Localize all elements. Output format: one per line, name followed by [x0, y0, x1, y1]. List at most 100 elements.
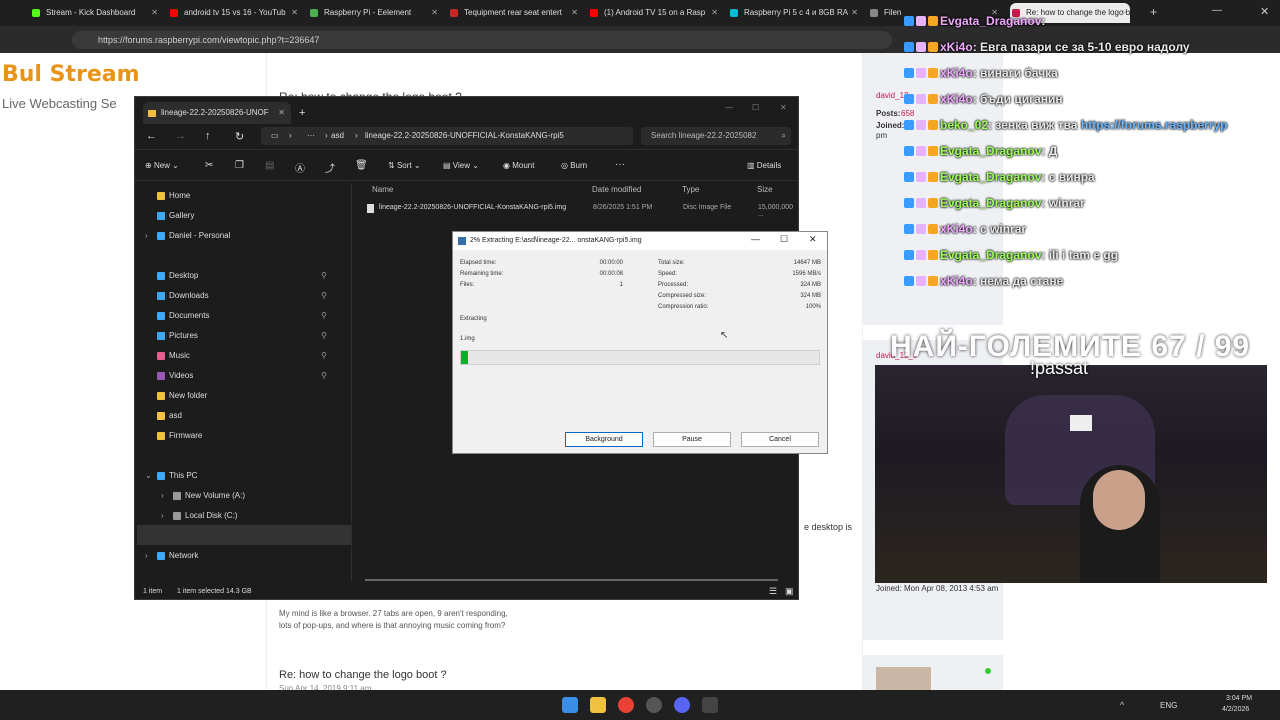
- minimize-window-icon[interactable]: —: [1212, 5, 1222, 16]
- nav-item[interactable]: Videos ⚲: [157, 368, 327, 384]
- tiles-view-icon[interactable]: ▣: [785, 586, 794, 597]
- nav-item[interactable]: Downloads ⚲: [157, 288, 327, 304]
- view-button[interactable]: ▤ View ⌄: [443, 161, 479, 170]
- burn-button[interactable]: ◎ Burn: [561, 161, 587, 170]
- chat-link[interactable]: https://forums.raspberryp: [1081, 118, 1228, 132]
- nav-item[interactable]: New Volume (A:) ›: [161, 488, 245, 504]
- close-tab-icon[interactable]: ✕: [278, 102, 285, 124]
- delete-icon[interactable]: 🗑: [355, 160, 368, 171]
- chat-username[interactable]: Evgata_Draganov: [940, 196, 1041, 210]
- nav-item[interactable]: Local Disk (C:) ›: [161, 508, 237, 524]
- minimize-icon[interactable]: —: [751, 234, 760, 244]
- cut-icon[interactable]: ✂: [205, 160, 213, 171]
- nav-item[interactable]: New folder: [157, 388, 207, 404]
- nav-item[interactable]: Gallery: [157, 208, 194, 224]
- expand-chevron-icon[interactable]: ⌄: [145, 468, 152, 484]
- maximize-icon[interactable]: ☐: [780, 234, 788, 245]
- chat-username[interactable]: Evgata_Draganov: [940, 248, 1041, 262]
- language-indicator[interactable]: ENG: [1160, 701, 1177, 710]
- nav-item[interactable]: This PC ⌄: [145, 468, 197, 484]
- nav-item[interactable]: asd: [157, 408, 182, 424]
- file-row[interactable]: lineage-22.2-20250826-UNOFFICIAL-KonstaK…: [361, 201, 798, 218]
- chat-username[interactable]: xKi4o: [940, 274, 973, 288]
- paste-icon[interactable]: ▤: [265, 160, 274, 171]
- discord-icon[interactable]: [674, 697, 690, 713]
- close-tab-icon[interactable]: ✕: [431, 3, 438, 23]
- expand-chevron-icon[interactable]: ›: [145, 548, 148, 564]
- search-input[interactable]: Search lineage-22.2-2025082 ⌕: [641, 127, 791, 145]
- up-icon[interactable]: ↑: [205, 130, 211, 142]
- new-tab-icon[interactable]: +: [1150, 5, 1157, 19]
- chat-username[interactable]: xKi4o: [940, 222, 973, 236]
- minimize-icon[interactable]: —: [725, 103, 733, 112]
- start-icon[interactable]: [562, 697, 578, 713]
- sort-button[interactable]: ⇅ Sort ⌄: [388, 161, 421, 170]
- browser-tab[interactable]: Tequipment rear seat entert ✕: [448, 3, 580, 23]
- close-tab-icon[interactable]: ✕: [1121, 3, 1128, 23]
- rename-icon[interactable]: Ⓐ: [295, 160, 305, 175]
- background-button[interactable]: Background: [565, 432, 643, 447]
- column-size[interactable]: Size: [757, 185, 773, 194]
- chat-username[interactable]: Evgata_Draganov: [940, 144, 1041, 158]
- copy-icon[interactable]: ❐: [235, 160, 244, 171]
- close-icon[interactable]: ✕: [780, 103, 787, 112]
- more-options-icon[interactable]: ···: [615, 159, 625, 170]
- nav-item[interactable]: Firmware: [157, 428, 202, 444]
- column-date[interactable]: Date modified: [592, 185, 641, 194]
- column-type[interactable]: Type: [682, 185, 699, 194]
- nav-item[interactable]: Daniel - Personal ›: [145, 228, 230, 244]
- share-icon[interactable]: ⤴: [325, 160, 335, 175]
- breadcrumb-asd[interactable]: asd: [331, 131, 344, 140]
- pause-button[interactable]: Pause: [653, 432, 731, 447]
- pin-icon[interactable]: ⚲: [321, 268, 327, 284]
- close-window-icon[interactable]: ✕: [1260, 5, 1269, 18]
- browser-tab[interactable]: android tv 15 vs 16 - YouTub ✕: [168, 3, 300, 23]
- expand-chevron-icon[interactable]: ›: [161, 488, 164, 504]
- explorer-tab[interactable]: lineage-22.2-20250826-UNOF ✕: [143, 102, 291, 124]
- browser-tab[interactable]: (1) Android TV 15 on a Rasp ✕: [588, 3, 720, 23]
- mount-button[interactable]: ◉ Mount: [503, 161, 534, 170]
- close-tab-icon[interactable]: ✕: [151, 3, 158, 23]
- file-explorer-icon[interactable]: [590, 697, 606, 713]
- expand-chevron-icon[interactable]: ›: [145, 228, 148, 244]
- post-title-bottom[interactable]: Re: how to change the logo boot ?: [279, 669, 447, 681]
- nav-item[interactable]: Pictures ⚲: [157, 328, 327, 344]
- tray-chevron-icon[interactable]: ^: [1120, 700, 1124, 710]
- breadcrumb-folder[interactable]: lineage-22.2-20250826-UNOFFICIAL-KonstaK…: [365, 131, 564, 140]
- chat-username[interactable]: Evgata_Draganov: [940, 170, 1041, 184]
- browser-tab[interactable]: Stream - Kick Dashboard ✕: [30, 3, 160, 23]
- close-icon[interactable]: ✕: [809, 234, 817, 245]
- more-icon[interactable]: ···: [307, 131, 315, 140]
- pin-icon[interactable]: ⚲: [321, 328, 327, 344]
- nav-item[interactable]: Desktop ⚲: [157, 268, 327, 284]
- pin-icon[interactable]: ⚲: [321, 288, 327, 304]
- details-view-icon[interactable]: ☰: [769, 586, 777, 597]
- browser-tab[interactable]: Raspberry Pi - Eelement ✕: [308, 3, 440, 23]
- back-icon[interactable]: ←: [146, 130, 157, 142]
- chat-username[interactable]: xKi4o: [940, 66, 973, 80]
- nav-item[interactable]: Network ›: [145, 548, 198, 564]
- chrome-icon[interactable]: [618, 697, 634, 713]
- close-tab-icon[interactable]: ✕: [571, 3, 578, 23]
- new-button[interactable]: ⊕ New ⌄: [145, 161, 179, 170]
- clock-time[interactable]: 3:04 PM: [1226, 695, 1252, 702]
- clock-date[interactable]: 4/2/2026: [1222, 706, 1249, 713]
- pin-icon[interactable]: ⚲: [321, 368, 327, 384]
- maximize-icon[interactable]: ☐: [752, 103, 759, 112]
- new-tab-icon[interactable]: +: [299, 107, 305, 119]
- forward-icon[interactable]: →: [175, 130, 186, 142]
- cancel-button[interactable]: Cancel: [741, 432, 819, 447]
- chat-username[interactable]: Evgata_Draganov: [940, 14, 1041, 28]
- url-bar[interactable]: https://forums.raspberrypi.com/viewtopic…: [72, 31, 892, 49]
- horizontal-scrollbar[interactable]: [365, 579, 778, 581]
- pin-icon[interactable]: ⚲: [321, 308, 327, 324]
- nav-item[interactable]: Music ⚲: [157, 348, 327, 364]
- winrar-taskbar-icon[interactable]: [702, 697, 718, 713]
- close-tab-icon[interactable]: ✕: [851, 3, 858, 23]
- close-tab-icon[interactable]: ✕: [711, 3, 718, 23]
- chat-username[interactable]: beko_02: [940, 118, 988, 132]
- chat-username[interactable]: xKi4o: [940, 92, 973, 106]
- close-tab-icon[interactable]: ✕: [291, 3, 298, 23]
- browser-tab[interactable]: Raspberry Pi 5 с 4 и 8GB RA ✕: [728, 3, 860, 23]
- details-button[interactable]: ▥ Details: [747, 161, 781, 170]
